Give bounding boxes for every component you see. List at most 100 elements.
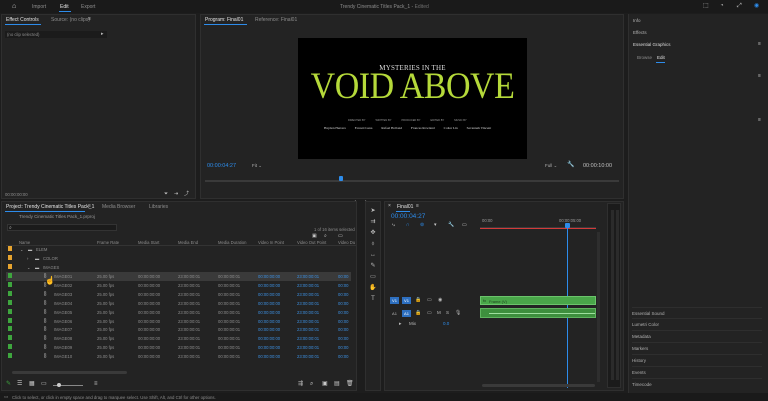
tab-source[interactable]: Source: (no clips): [51, 17, 90, 23]
zoom-knob[interactable]: [57, 383, 61, 387]
row-video-du[interactable]: 00:00: [338, 336, 348, 341]
row-video-out[interactable]: 23:00:00:01: [297, 310, 319, 315]
timeline-settings-icon[interactable]: 🔧: [448, 223, 454, 228]
solo-icon[interactable]: S: [446, 310, 449, 315]
home-icon[interactable]: ⌂: [12, 3, 16, 10]
program-scrubber[interactable]: [205, 180, 619, 182]
row-video-out[interactable]: 23:00:00:01: [297, 354, 319, 359]
table-row[interactable]: ⩉ IMAGE01 25.00 fps 00:00:00:00 23:00:00:01 0…: [6, 272, 351, 281]
pen-tool-icon[interactable]: ✎: [369, 262, 377, 270]
right-item-lumetri[interactable]: Lumetri Color: [632, 318, 762, 328]
feedback-icon[interactable]: ⬚: [703, 3, 709, 9]
row-video-out[interactable]: 23:00:00:01: [297, 283, 319, 288]
timeline-timecode[interactable]: 00:00:04:27: [391, 213, 425, 220]
table-row[interactable]: ⩉ IMAGE02 25.00 fps 00:00:00:00 23:00:00:01 0…: [6, 281, 351, 290]
tab-export[interactable]: Export: [81, 4, 95, 10]
tab-effect-controls[interactable]: Effect Controls: [6, 17, 39, 23]
timeline-vscroll[interactable]: [597, 232, 600, 382]
right-item-essential-sound[interactable]: Essential Sound: [632, 307, 762, 317]
v1-source-patch[interactable]: V1: [390, 297, 399, 304]
mic-icon[interactable]: 🎙: [455, 310, 461, 316]
program-video-frame[interactable]: MYSTERIES IN THE VOID ABOVE DIRECTED BY W…: [298, 38, 527, 159]
row-video-du[interactable]: 00:00: [338, 274, 348, 279]
fullscreen-icon[interactable]: ⤢: [737, 3, 742, 9]
account-icon[interactable]: ◉: [754, 3, 759, 9]
folder-row[interactable]: › ▬ COLOR: [6, 254, 351, 263]
project-scrollbar[interactable]: [12, 371, 127, 374]
eye-icon[interactable]: ◉: [438, 297, 442, 303]
table-row[interactable]: ⩉ IMAGE06 25.00 fps 00:00:00:00 23:00:00:01 0…: [6, 317, 351, 326]
table-row[interactable]: ⩉ IMAGE09 25.00 fps 00:00:00:00 23:00:00:01 0…: [6, 343, 351, 352]
track-v1-header[interactable]: V1 V1 🔒 ▭ ◉: [387, 295, 479, 306]
settings-icon[interactable]: 🔧: [567, 162, 574, 168]
a1-source-patch[interactable]: A1: [390, 310, 399, 317]
ec-timecode[interactable]: 00:00:00:00: [5, 192, 28, 197]
find-icon-2[interactable]: ⌕: [310, 381, 313, 387]
row-video-du[interactable]: 00:00: [338, 327, 348, 332]
project-menu-icon[interactable]: ≡: [88, 204, 91, 209]
eg-menu-icon-3[interactable]: ≡: [758, 118, 761, 123]
nest-icon[interactable]: ⤷: [392, 223, 395, 228]
timeline-hscroll[interactable]: [482, 384, 595, 387]
row-video-in[interactable]: 00:00:00:00: [258, 354, 280, 359]
row-video-in[interactable]: 00:00:00:00: [258, 327, 280, 332]
ripple-edit-tool-icon[interactable]: ✥: [369, 229, 377, 237]
export-frame-icon[interactable]: ⇥: [174, 192, 178, 197]
track-select-tool-icon[interactable]: ⇉: [369, 218, 377, 226]
row-video-in[interactable]: 00:00:00:00: [258, 336, 280, 341]
row-video-out[interactable]: 23:00:00:01: [297, 336, 319, 341]
effects-tab[interactable]: Effects: [633, 30, 647, 35]
table-row[interactable]: ⩉ IMAGE07 25.00 fps 00:00:00:00 23:00:00:01 0…: [6, 325, 351, 334]
v1-target[interactable]: V1: [402, 297, 411, 304]
automate-icon[interactable]: ⇶: [298, 381, 303, 387]
list-view-icon[interactable]: ☰: [17, 381, 22, 387]
write-lock-icon[interactable]: ✎: [6, 381, 11, 387]
row-video-out[interactable]: 23:00:00:01: [297, 292, 319, 297]
tab-reference[interactable]: Reference: Final01: [255, 17, 297, 23]
table-row[interactable]: ⩉ IMAGE03 25.00 fps 00:00:00:00 23:00:00:01 0…: [6, 290, 351, 299]
add-marker-icon-tl[interactable]: ▾: [434, 223, 437, 228]
row-video-du[interactable]: 00:00: [338, 345, 348, 350]
folder-row[interactable]: ⌄ ▬ IMAGES: [6, 263, 351, 272]
tab-import[interactable]: Import: [32, 4, 46, 10]
eg-browse-tab[interactable]: Browse: [637, 55, 652, 60]
snap-icon[interactable]: ∩: [406, 223, 410, 228]
sort-icon[interactable]: ≡: [94, 381, 98, 387]
expand-arrow-icon[interactable]: ›: [27, 256, 28, 261]
timeline-menu-icon[interactable]: ≡: [416, 204, 419, 209]
icon-view-icon[interactable]: ▦: [29, 381, 35, 387]
sync-icon[interactable]: ▭: [427, 310, 432, 316]
sync-icon[interactable]: ▭: [427, 297, 432, 303]
row-video-du[interactable]: 00:00: [338, 310, 348, 315]
table-row[interactable]: ⩉ IMAGE04 25.00 fps 00:00:00:00 23:00:00:01 0…: [6, 299, 351, 308]
audio-clip[interactable]: [480, 308, 596, 318]
row-video-in[interactable]: 00:00:00:00: [258, 310, 280, 315]
timeline-close-icon[interactable]: ×: [388, 204, 391, 209]
tab-project[interactable]: Project: Trendy Cinematic Titles Pack_1: [6, 204, 94, 210]
slip-tool-icon[interactable]: ↔: [369, 251, 377, 259]
mix-lock-icon[interactable]: ▸: [399, 321, 402, 327]
row-video-out[interactable]: 23:00:00:01: [297, 319, 319, 324]
right-item-events[interactable]: Events: [632, 366, 762, 376]
work-area-bar[interactable]: [480, 228, 596, 229]
table-row[interactable]: ⩉ IMAGE08 25.00 fps 00:00:00:00 23:00:00:01 0…: [6, 334, 351, 343]
type-tool-icon[interactable]: T: [369, 295, 377, 303]
hand-tool-icon[interactable]: ✋: [369, 284, 377, 292]
row-video-out[interactable]: 23:00:00:01: [297, 345, 319, 350]
track-mix-header[interactable]: ▸ Mix 0.0: [387, 319, 479, 328]
tab-libraries[interactable]: Libraries: [149, 204, 168, 210]
right-item-markers[interactable]: Markers: [632, 342, 762, 352]
new-bin-icon-2[interactable]: ▣: [322, 381, 328, 387]
row-video-out[interactable]: 23:00:00:01: [297, 301, 319, 306]
right-item-metadata[interactable]: Metadata: [632, 330, 762, 340]
row-video-in[interactable]: 00:00:00:00: [258, 301, 280, 306]
notifications-icon[interactable]: ◔: [720, 3, 724, 9]
a1-target[interactable]: A1: [402, 310, 411, 317]
rectangle-tool-icon[interactable]: ▭: [369, 273, 377, 281]
eg-menu-icon-2[interactable]: ≡: [758, 74, 761, 79]
video-clip[interactable]: fx Frame (V): [480, 296, 596, 305]
eg-menu-icon[interactable]: ≡: [758, 42, 761, 47]
linked-selection-icon[interactable]: ⊚: [420, 223, 424, 228]
expand-arrow-icon[interactable]: ▸: [101, 31, 104, 37]
info-tab[interactable]: Info: [633, 18, 641, 23]
